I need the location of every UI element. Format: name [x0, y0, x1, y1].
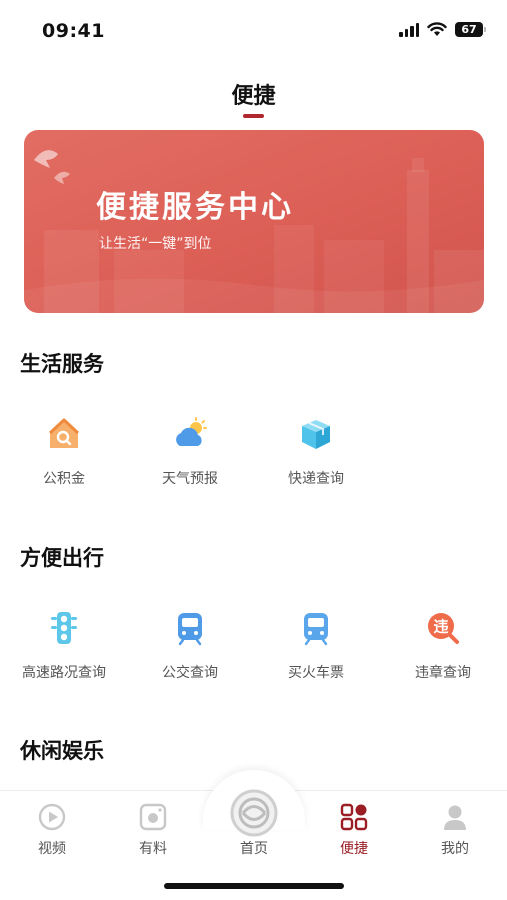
house-search-icon [48, 418, 80, 448]
traffic-light-icon [51, 612, 77, 644]
package-icon [302, 420, 330, 449]
service-banner[interactable]: 便捷服务中心 让生活“一键”到位 [24, 130, 484, 313]
service-violation[interactable]: 违 违章查询 [383, 604, 503, 704]
service-label: 买火车票 [288, 665, 344, 681]
travel-services-grid: 高速路况查询 公交查询 买火车票 违 违章查询 [0, 604, 507, 704]
tab-label: 我的 [441, 841, 469, 857]
section-title-leisure: 休闲娱乐 [20, 739, 104, 763]
battery-icon: 67 [455, 22, 486, 37]
service-train-ticket[interactable]: 买火车票 [256, 604, 376, 704]
service-label: 公积金 [43, 471, 85, 487]
tab-video[interactable]: 视频 [12, 800, 92, 860]
violation-icon: 违 [428, 613, 459, 644]
service-label: 天气预报 [162, 471, 218, 487]
bus-icon [178, 613, 202, 646]
service-bus[interactable]: 公交查询 [130, 604, 250, 704]
status-icons: 67 [399, 22, 486, 37]
tab-discover[interactable]: 有料 [113, 800, 193, 860]
service-label: 高速路况查询 [22, 665, 106, 681]
weather-icon [176, 417, 207, 446]
service-label: 公交查询 [162, 665, 218, 681]
status-time: 09:41 [42, 20, 105, 42]
service-label: 快递查询 [288, 471, 344, 487]
camera-icon [139, 803, 167, 831]
service-weather[interactable]: 天气预报 [130, 410, 250, 510]
svg-text:违: 违 [433, 618, 448, 636]
title-underline [243, 114, 264, 118]
section-title-travel: 方便出行 [20, 546, 104, 570]
wifi-icon [427, 22, 447, 36]
grid-icon [340, 803, 368, 831]
status-bar: 09:41 67 [0, 0, 507, 64]
service-housing-fund[interactable]: 公积金 [4, 410, 124, 510]
train-icon [304, 613, 328, 646]
tab-label: 便捷 [340, 841, 368, 857]
home-indicator[interactable] [164, 883, 344, 889]
service-express[interactable]: 快递查询 [256, 410, 376, 510]
tab-profile[interactable]: 我的 [415, 800, 495, 860]
section-title-life: 生活服务 [20, 352, 104, 376]
banner-title: 便捷服务中心 [96, 190, 294, 225]
video-icon [38, 803, 66, 831]
tab-convenience[interactable]: 便捷 [314, 800, 394, 860]
signal-icon [399, 22, 419, 37]
service-highway-traffic[interactable]: 高速路况查询 [4, 604, 124, 704]
service-label: 违章查询 [415, 665, 471, 681]
user-icon [444, 805, 466, 830]
banner-subtitle: 让生活“一键”到位 [99, 236, 212, 252]
tab-label: 有料 [139, 841, 167, 857]
tab-label: 视频 [38, 841, 66, 857]
page-title: 便捷 [231, 84, 276, 109]
tab-label: 首页 [240, 841, 268, 857]
life-services-grid: 公积金 天气预报 快递查询 [0, 410, 507, 510]
tab-home[interactable]: 首页 [214, 800, 294, 860]
